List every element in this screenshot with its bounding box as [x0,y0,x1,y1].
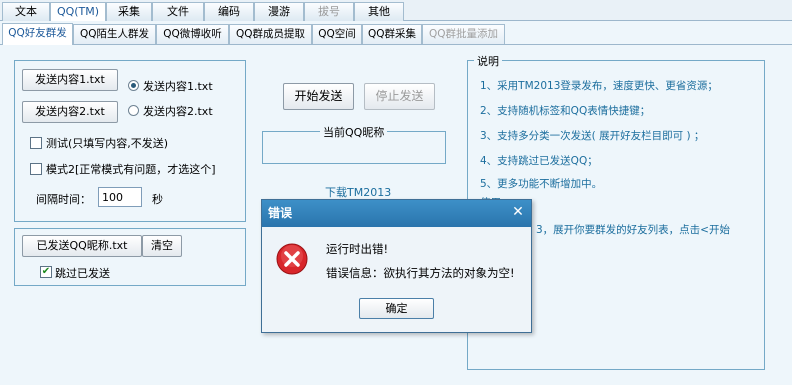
content1-radio-label: 发送内容1.txt [143,80,213,93]
test-mode-checkbox[interactable] [30,137,42,149]
tab-qq-group-member-extract[interactable]: QQ群成员提取 [229,24,312,44]
tab-qq-zone[interactable]: QQ空间 [312,24,362,44]
tab-other[interactable]: 其他 [354,2,404,21]
error-icon [276,243,308,275]
tab-roam[interactable]: 漫游 [254,2,304,21]
tab-qq-friend-mass-send[interactable]: QQ好友群发 [2,23,73,45]
content1-button[interactable]: 发送内容1.txt [22,69,118,91]
dialog-body: 运行时出错! 错误信息：欲执行其方法的对象为空! 确定 [262,227,531,332]
error-detail: 错误信息：欲执行其方法的对象为空! [326,266,515,280]
tab-text[interactable]: 文本 [2,2,50,21]
skip-sent-label: 跳过已发送 [55,267,110,280]
note-item-1: 1、采用TM2013登录发布，速度更快、更省资源； [480,80,718,92]
content2-radio[interactable] [128,105,139,116]
mode2-label: 模式2[正常模式有问题，才选这个] [46,163,216,176]
tab-qq-stranger-mass-send[interactable]: QQ陌生人群发 [73,24,156,44]
start-send-button[interactable]: 开始发送 [283,83,354,110]
main-tab-bar: 文本 QQ(TM) 采集 文件 编码 漫游 拔号 其他 [0,0,792,22]
tab-qq-tm[interactable]: QQ(TM) [50,2,106,22]
note-item-4: 4、支持跳过已发送QQ； [480,155,598,167]
usage-text: 3，展开你要群发的好友列表，点击<开始 [536,224,730,236]
dialog-title: 错误 [268,206,293,220]
content2-button[interactable]: 发送内容2.txt [22,101,118,123]
sent-nickname-file-button[interactable]: 已发送QQ昵称.txt [22,235,142,257]
tab-qq-weibo-follow[interactable]: QQ微博收听 [156,24,229,44]
note-item-5: 5、更多功能不断增加中。 [480,178,603,190]
skip-sent-checkbox[interactable]: ✔ [40,266,52,278]
interval-unit: 秒 [152,193,163,206]
clear-button[interactable]: 清空 [142,235,182,257]
current-nickname-legend: 当前QQ昵称 [320,124,388,140]
tab-encode[interactable]: 编码 [204,2,254,21]
download-tm2013-link[interactable]: 下载TM2013 [325,184,391,200]
tab-qq-group-batch-add[interactable]: QQ群批量添加 [422,24,505,44]
notes-legend: 说明 [474,53,502,69]
error-message: 运行时出错! [326,242,389,256]
sub-tab-bar: QQ好友群发 QQ陌生人群发 QQ微博收听 QQ群成员提取 QQ空间 QQ群采集… [0,21,792,45]
test-mode-label: 测试(只填写内容,不发送) [46,137,169,150]
content2-radio-label: 发送内容2.txt [143,105,213,118]
note-item-2: 2、支持随机标签和QQ表情快捷键； [480,105,651,117]
ok-button[interactable]: 确定 [359,298,434,319]
error-dialog: 错误 ✕ 运行时出错! 错误信息：欲执行其方法的对象为空! 确定 [261,199,532,333]
dialog-title-bar: 错误 ✕ [262,200,531,227]
content1-radio[interactable] [128,80,139,91]
mode2-checkbox[interactable] [30,163,42,175]
note-item-3: 3、支持多分类一次发送( 展开好友栏目即可 ) ； [480,130,705,142]
interval-input[interactable] [98,187,142,207]
tab-file[interactable]: 文件 [152,2,204,21]
close-icon[interactable]: ✕ [509,205,527,221]
interval-label: 间隔时间： [36,193,91,206]
stop-send-button[interactable]: 停止发送 [364,83,435,110]
tab-qq-group-collect[interactable]: QQ群采集 [362,24,422,44]
tab-dial[interactable]: 拔号 [304,2,354,21]
tab-collect[interactable]: 采集 [106,2,152,21]
